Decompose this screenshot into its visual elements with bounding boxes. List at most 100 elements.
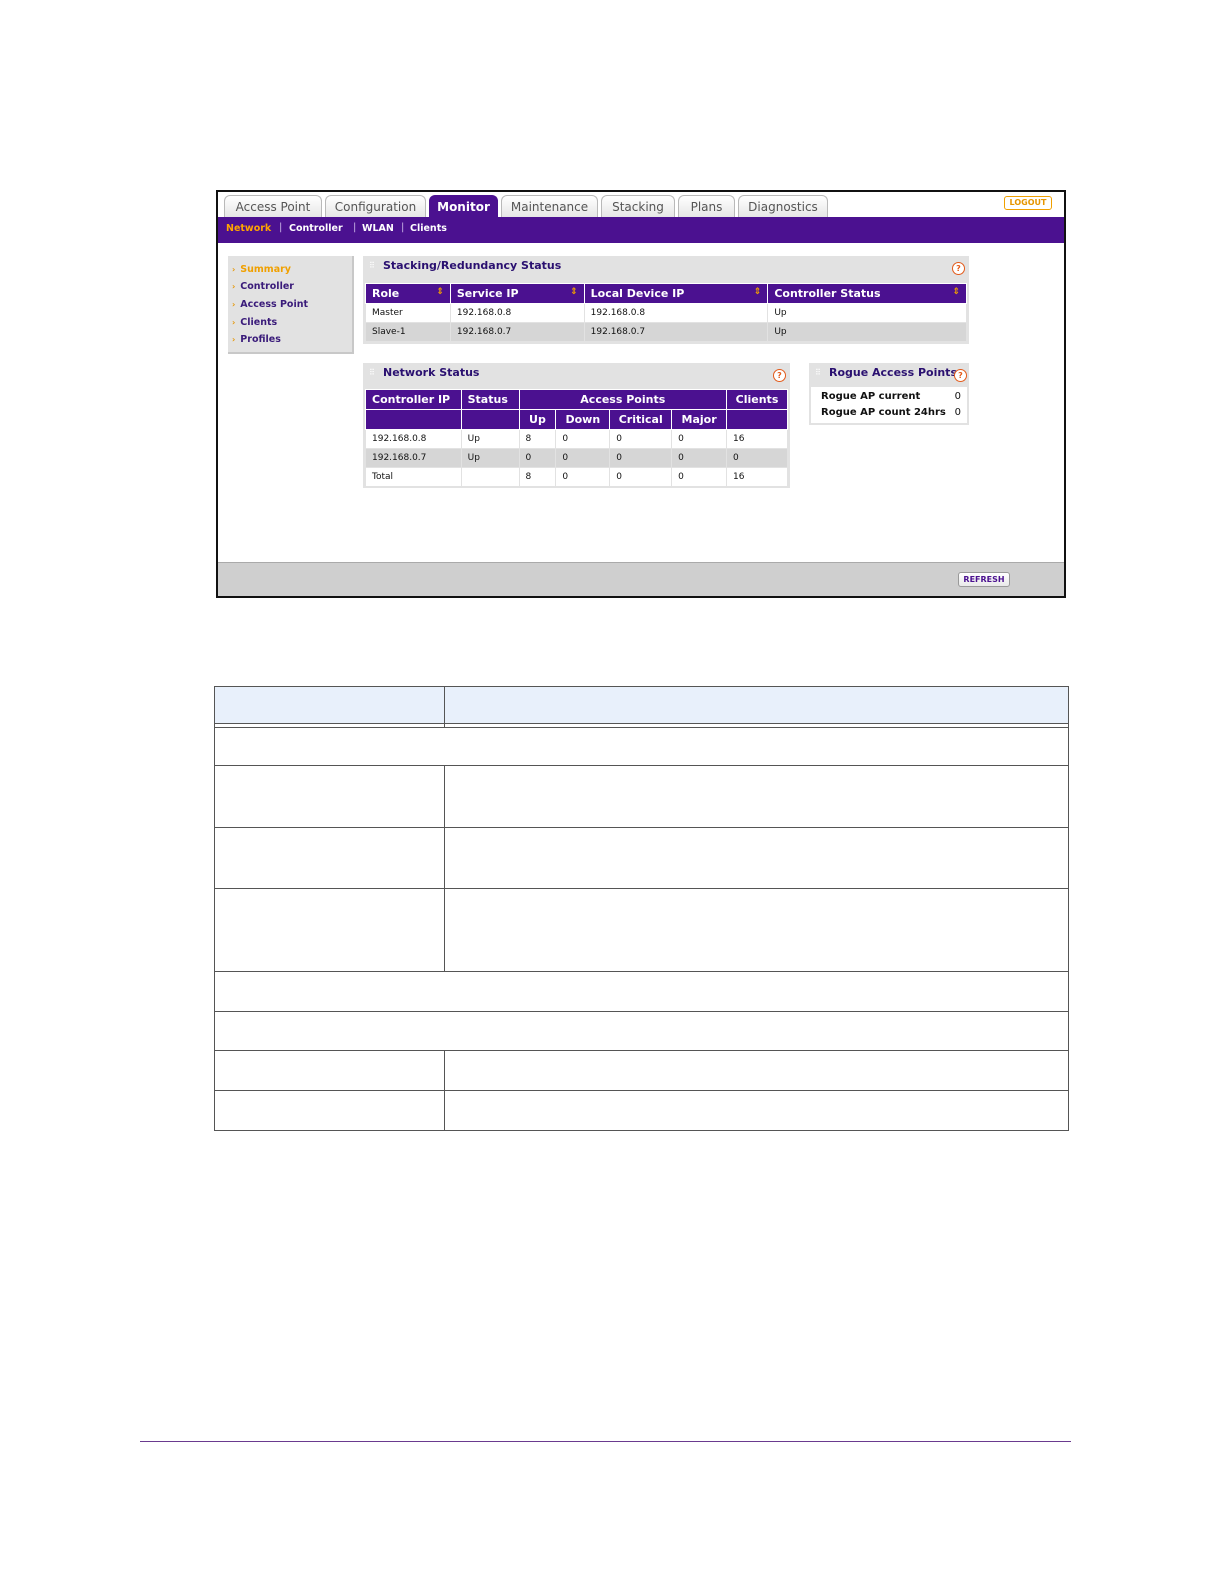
left-menu: › Summary › Controller › Access Point › Clie… — [228, 256, 354, 354]
tab-monitor[interactable]: Monitor — [429, 195, 498, 217]
column-header-service-ip[interactable]: Service IP ⇕ — [449, 283, 585, 304]
subnav-clients[interactable]: Clients — [410, 223, 447, 234]
table-rule — [214, 1050, 1069, 1051]
table-cell: 192.168.0.7 — [449, 322, 585, 342]
column-header-empty — [460, 409, 520, 430]
sort-icon[interactable]: ⇕ — [952, 287, 960, 297]
column-header-down: Down — [555, 409, 611, 430]
column-header-empty — [726, 409, 788, 430]
tab-diagnostics[interactable]: Diagnostics — [738, 195, 828, 217]
chevron-right-icon: › — [232, 265, 236, 274]
table-column-rule — [444, 765, 445, 971]
table-cell: 0 — [555, 429, 611, 449]
page-footer-rule — [140, 1441, 1071, 1442]
rogue-ap-current-label: Rogue AP current — [821, 391, 921, 402]
leftnav-controller[interactable]: › Controller — [232, 281, 294, 292]
help-icon[interactable]: ? — [954, 369, 967, 382]
network-status-panel-title: Network Status — [383, 366, 480, 379]
tab-configuration[interactable]: Configuration — [325, 195, 426, 217]
table-cell — [460, 467, 520, 487]
table-cell: 192.168.0.8 — [365, 429, 462, 449]
leftnav-profiles[interactable]: › Profiles — [232, 334, 281, 345]
refresh-button[interactable]: REFRESH — [958, 572, 1010, 587]
rogue-ap-panel-title: Rogue Access Points — [829, 366, 957, 379]
rogue-ap-24hrs-value: 0 — [954, 407, 961, 418]
sort-icon[interactable]: ⇕ — [754, 287, 762, 297]
drag-handle-icon[interactable]: ⠿ — [369, 368, 375, 377]
column-header-role[interactable]: Role ⇕ — [365, 283, 451, 304]
tab-access-point[interactable]: Access Point — [224, 195, 322, 217]
table-cell: 0 — [671, 467, 728, 487]
table-cell: 0 — [609, 467, 673, 487]
table-cell: 8 — [518, 429, 557, 449]
table-rule — [214, 1011, 1069, 1012]
drag-handle-icon[interactable]: ⠿ — [369, 261, 375, 270]
table-border — [214, 686, 215, 1131]
table-header-row: Role ⇕ Service IP ⇕ Local Device IP ⇕ Contr… — [365, 283, 967, 304]
stacking-panel: ⠿ Stacking/Redundancy Status ? Role ⇕ Ser… — [363, 256, 969, 344]
stacking-panel-title: Stacking/Redundancy Status — [383, 259, 562, 272]
table-cell: 16 — [726, 429, 788, 449]
stacking-table: Role ⇕ Service IP ⇕ Local Device IP ⇕ Contr… — [365, 283, 967, 342]
sort-icon[interactable]: ⇕ — [570, 287, 578, 297]
leftnav-clients[interactable]: › Clients — [232, 317, 277, 328]
leftnav-label: Clients — [240, 317, 278, 328]
table-cell: 0 — [726, 448, 788, 468]
leftnav-summary[interactable]: › Summary — [232, 264, 291, 275]
table-cell: Up — [767, 303, 967, 323]
table-header-row: Controller IP Status Access Points Clien… — [365, 389, 788, 410]
subnav-divider: | — [353, 222, 357, 233]
footer-bar: REFRESH — [218, 562, 1064, 596]
document-table-header — [214, 686, 1069, 723]
table-row: 192.168.0.7 Up 0 0 0 0 0 — [365, 448, 788, 468]
leftnav-label: Controller — [240, 281, 294, 292]
tab-stacking[interactable]: Stacking — [601, 195, 675, 217]
network-status-table: Controller IP Status Access Points Clien… — [365, 389, 788, 487]
rogue-ap-current-value: 0 — [954, 391, 961, 402]
sub-navigation: Network | Controller | WLAN | Clients — [218, 217, 1064, 243]
subnav-divider: | — [279, 222, 283, 233]
leftnav-access-point[interactable]: › Access Point — [232, 299, 308, 310]
drag-handle-icon[interactable]: ⠿ — [815, 368, 821, 377]
table-rule — [214, 827, 1069, 828]
leftnav-label: Profiles — [240, 334, 281, 345]
table-column-rule — [444, 686, 445, 728]
logout-button[interactable]: LOGOUT — [1004, 196, 1052, 210]
column-header-controller-ip: Controller IP — [365, 389, 462, 410]
column-header-up: Up — [518, 409, 557, 430]
subnav-network[interactable]: Network — [226, 223, 271, 234]
rogue-ap-panel-header: ⠿ Rogue Access Points ? — [809, 363, 969, 385]
column-label: Local Device IP — [590, 287, 685, 300]
document-table — [214, 686, 1069, 1131]
table-cell: 8 — [518, 467, 557, 487]
chevron-right-icon: › — [232, 318, 236, 327]
table-subheader-row: Up Down Critical Major — [365, 409, 788, 430]
table-rule — [214, 723, 1069, 724]
table-rule — [214, 971, 1069, 972]
table-cell: Total — [365, 467, 462, 487]
rogue-ap-panel: ⠿ Rogue Access Points ? Rogue AP current… — [809, 363, 969, 425]
subnav-wlan[interactable]: WLAN — [362, 223, 394, 234]
tab-maintenance[interactable]: Maintenance — [501, 195, 598, 217]
column-header-empty — [365, 409, 462, 430]
stacking-panel-header: ⠿ Stacking/Redundancy Status ? — [363, 256, 969, 278]
table-rule — [214, 765, 1069, 766]
table-border — [1068, 686, 1069, 1131]
table-border — [214, 686, 1069, 687]
tab-plans[interactable]: Plans — [678, 195, 735, 217]
sort-icon[interactable]: ⇕ — [436, 287, 444, 297]
table-cell: 16 — [726, 467, 788, 487]
table-cell: 0 — [609, 448, 673, 468]
leftnav-label: Summary — [240, 264, 291, 275]
table-rule — [214, 1090, 1069, 1091]
subnav-controller[interactable]: Controller — [289, 223, 343, 234]
help-icon[interactable]: ? — [773, 369, 786, 382]
table-cell: 192.168.0.8 — [449, 303, 585, 323]
help-icon[interactable]: ? — [952, 262, 965, 275]
network-status-panel: ⠿ Network Status ? Controller IP Status … — [363, 363, 790, 488]
rogue-ap-body: Rogue AP current 0 Rogue AP count 24hrs … — [811, 387, 967, 423]
column-header-controller-status[interactable]: Controller Status ⇕ — [767, 283, 967, 304]
column-header-local-device-ip[interactable]: Local Device IP ⇕ — [583, 283, 769, 304]
table-rule — [214, 888, 1069, 889]
table-cell: 0 — [518, 448, 557, 468]
